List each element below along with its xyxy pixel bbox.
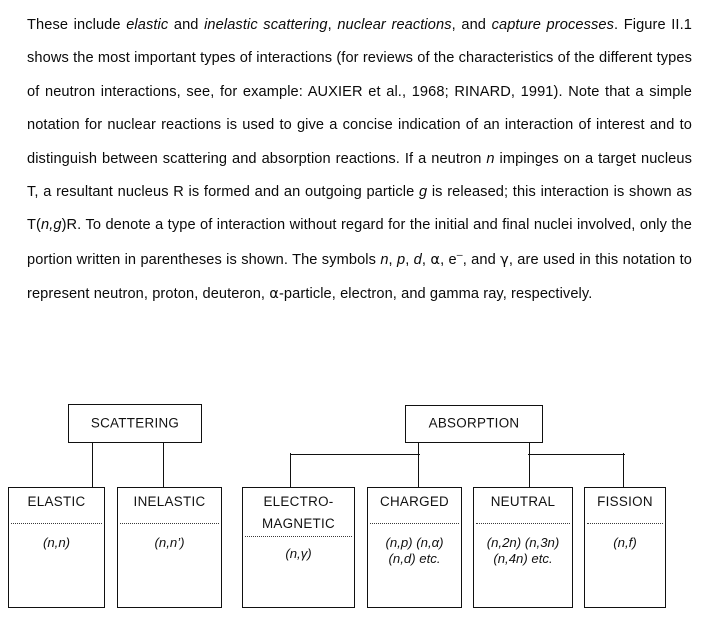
node-neutral: NEUTRAL (n,2n) (n,3n) (n,4n) etc. bbox=[473, 487, 573, 608]
node-electromagnetic: ELECTRO- MAGNETIC (n,γ) bbox=[242, 487, 355, 608]
figure-neutron-interaction-tree: SCATTERING ABSORPTION ELASTIC (n,n) INEL… bbox=[0, 396, 721, 618]
node-fission: FISSION (n,f) bbox=[584, 487, 666, 608]
symbol-alpha: α bbox=[430, 250, 441, 268]
connector-absorption-bus-right bbox=[528, 454, 625, 455]
connector-absorption-to-charged bbox=[418, 443, 419, 488]
node-neutral-label: NEUTRAL bbox=[490, 494, 556, 509]
node-charged: CHARGED (n,p) (n,α) (n,d) etc. bbox=[367, 487, 462, 608]
node-absorption: ABSORPTION bbox=[405, 405, 543, 443]
symbol-d: d bbox=[413, 251, 422, 268]
symbol-alpha-particle: α bbox=[269, 285, 279, 303]
paragraph-neutron-interactions: These include elastic and inelastic scat… bbox=[27, 17, 692, 303]
body-text-block: These include elastic and inelastic scat… bbox=[27, 9, 692, 312]
term-elastic: elastic bbox=[126, 17, 169, 33]
symbol-n: n bbox=[380, 251, 389, 268]
node-inelastic: INELASTIC (n,n’) bbox=[117, 487, 222, 608]
symbol-n-inline: n bbox=[486, 150, 495, 167]
term-nuclear-reactions: nuclear reactions bbox=[337, 17, 452, 33]
node-fission-label: FISSION bbox=[597, 494, 653, 509]
node-inelastic-divider bbox=[120, 523, 219, 524]
node-absorption-label: ABSORPTION bbox=[428, 415, 520, 431]
node-inelastic-label: INELASTIC bbox=[133, 494, 206, 509]
node-scattering: SCATTERING bbox=[68, 404, 202, 443]
node-inelastic-notation-line1: (n,n’) bbox=[154, 535, 185, 550]
node-charged-notation-line2: (n,d) etc. bbox=[388, 551, 441, 566]
node-scattering-label: SCATTERING bbox=[90, 414, 180, 430]
node-electromagnetic-label-line2: MAGNETIC bbox=[261, 516, 336, 531]
node-electromagnetic-notation-line1: (n,γ) bbox=[285, 546, 312, 561]
node-fission-divider bbox=[587, 523, 663, 524]
node-neutral-notation-line1: (n,2n) (n,3n) bbox=[486, 535, 560, 550]
node-charged-notation-line1: (n,p) (n,α) bbox=[385, 535, 444, 550]
connector-scattering-to-inelastic bbox=[163, 443, 164, 488]
node-elastic-notation-line1: (n,n) bbox=[42, 535, 71, 550]
symbol-p: p bbox=[397, 251, 406, 268]
node-elastic: ELASTIC (n,n) bbox=[8, 487, 105, 608]
term-capture-processes: capture processes bbox=[491, 17, 614, 33]
node-charged-label: CHARGED bbox=[379, 494, 450, 509]
node-electromagnetic-label: ELECTRO- bbox=[263, 494, 334, 509]
symbol-electron: e– bbox=[448, 248, 463, 268]
node-neutral-notation-line2: (n,4n) etc. bbox=[493, 551, 553, 566]
node-electromagnetic-divider bbox=[245, 536, 352, 537]
symbol-gamma: γ bbox=[500, 250, 509, 268]
notation-n-g: n,g bbox=[40, 217, 62, 234]
connector-absorption-bus-left bbox=[290, 454, 420, 455]
term-inelastic-scattering: inelastic scattering bbox=[204, 17, 328, 33]
connector-absorption-to-fission bbox=[623, 453, 624, 488]
connector-scattering-to-elastic bbox=[92, 443, 93, 488]
node-charged-divider bbox=[370, 523, 459, 524]
node-elastic-label: ELASTIC bbox=[27, 494, 86, 509]
node-neutral-divider bbox=[476, 523, 570, 524]
connector-absorption-to-electromagnetic bbox=[290, 453, 291, 488]
node-fission-notation-line1: (n,f) bbox=[613, 535, 637, 550]
node-elastic-divider bbox=[11, 523, 102, 524]
connector-absorption-to-neutral bbox=[529, 443, 530, 488]
symbol-g-inline: g bbox=[418, 184, 428, 201]
